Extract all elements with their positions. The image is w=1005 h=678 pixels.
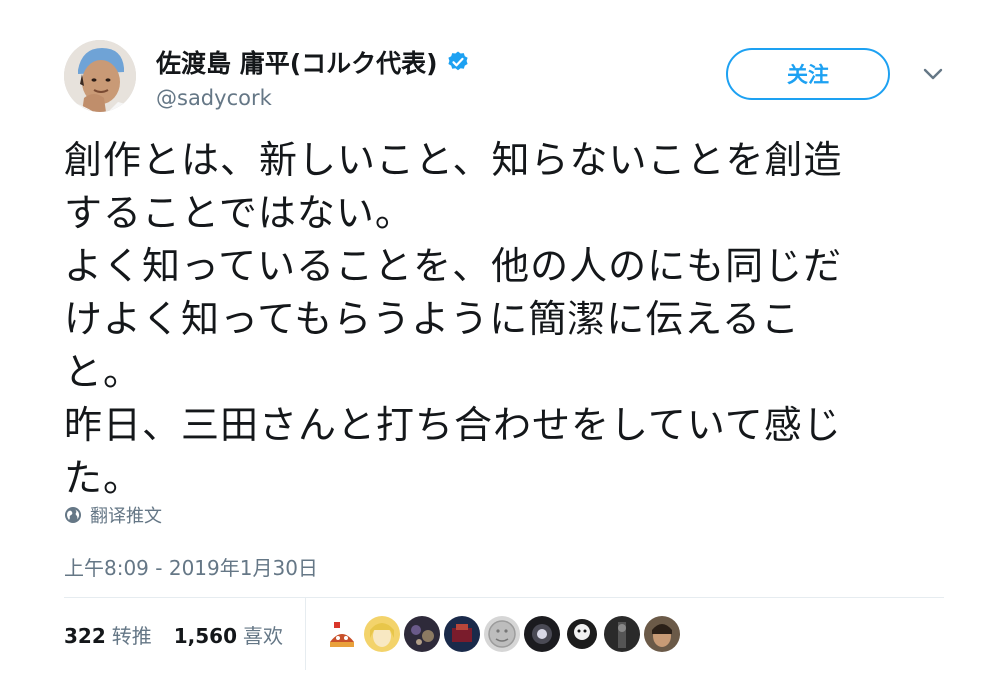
translate-label[interactable]: 翻译推文 [90,502,162,528]
tweet-line: することではない。 [64,191,414,235]
tweet-text: 創作とは、新しいこと、知らないことを創造 することではない。よく知っていることを、… [64,134,944,505]
likes-label: 喜欢 [243,623,284,648]
author-handle[interactable]: @sadycork [156,86,470,110]
liker-avatar-1[interactable] [324,616,361,652]
liker-avatar-7[interactable] [564,616,601,652]
liker-avatar-2[interactable] [364,616,401,652]
tweet-timestamp[interactable]: 上午8:09 - 2019年1月30日 [64,552,318,581]
liker-avatar-8[interactable] [604,616,641,652]
likes-count: 1,560 [173,623,238,648]
liker-avatar-3[interactable] [404,616,441,652]
retweets-stat[interactable]: 322 转推 [64,620,152,649]
tweet-stats: 322 转推 1,560 喜欢 [64,598,944,670]
stats-divider [305,598,307,670]
display-name[interactable]: 佐渡島 庸平(コルク代表) [156,44,438,80]
retweets-count: 322 [64,623,106,648]
chevron-down-icon[interactable] [922,66,944,82]
retweets-label: 转推 [111,623,152,648]
tweet-line: よく知っていることを、他の人のにも同じだ [64,244,843,288]
liker-avatar-9[interactable] [644,616,681,652]
tweet-line: 創作とは、新しいこと、知らないことを創造 [64,138,843,182]
liker-avatar-6[interactable] [524,616,561,652]
globe-icon [65,507,81,523]
liker-avatars [324,616,681,652]
translate-tweet-link[interactable]: 翻译推文 [64,502,162,528]
author-info[interactable]: 佐渡島 庸平(コルク代表) @sadycork [156,44,470,110]
tweet-header: 佐渡島 庸平(コルク代表) @sadycork 关注 [64,40,944,120]
follow-button[interactable]: 关注 [726,48,890,100]
liker-avatar-5[interactable] [484,616,521,652]
tweet-line: と。 [64,350,143,394]
display-name-row: 佐渡島 庸平(コルク代表) [156,44,470,80]
tweet-line: けよく知ってもらうように簡潔に伝えるこ [64,297,801,341]
tweet-line: 昨日、三田さんと打ち合わせをしていて感じ [64,403,842,447]
author-avatar[interactable] [64,40,136,112]
likes-stat[interactable]: 1,560 喜欢 [174,620,283,649]
liker-avatar-4[interactable] [444,616,481,652]
tweet-line: た。 [64,456,143,500]
verified-badge-icon [447,51,468,71]
